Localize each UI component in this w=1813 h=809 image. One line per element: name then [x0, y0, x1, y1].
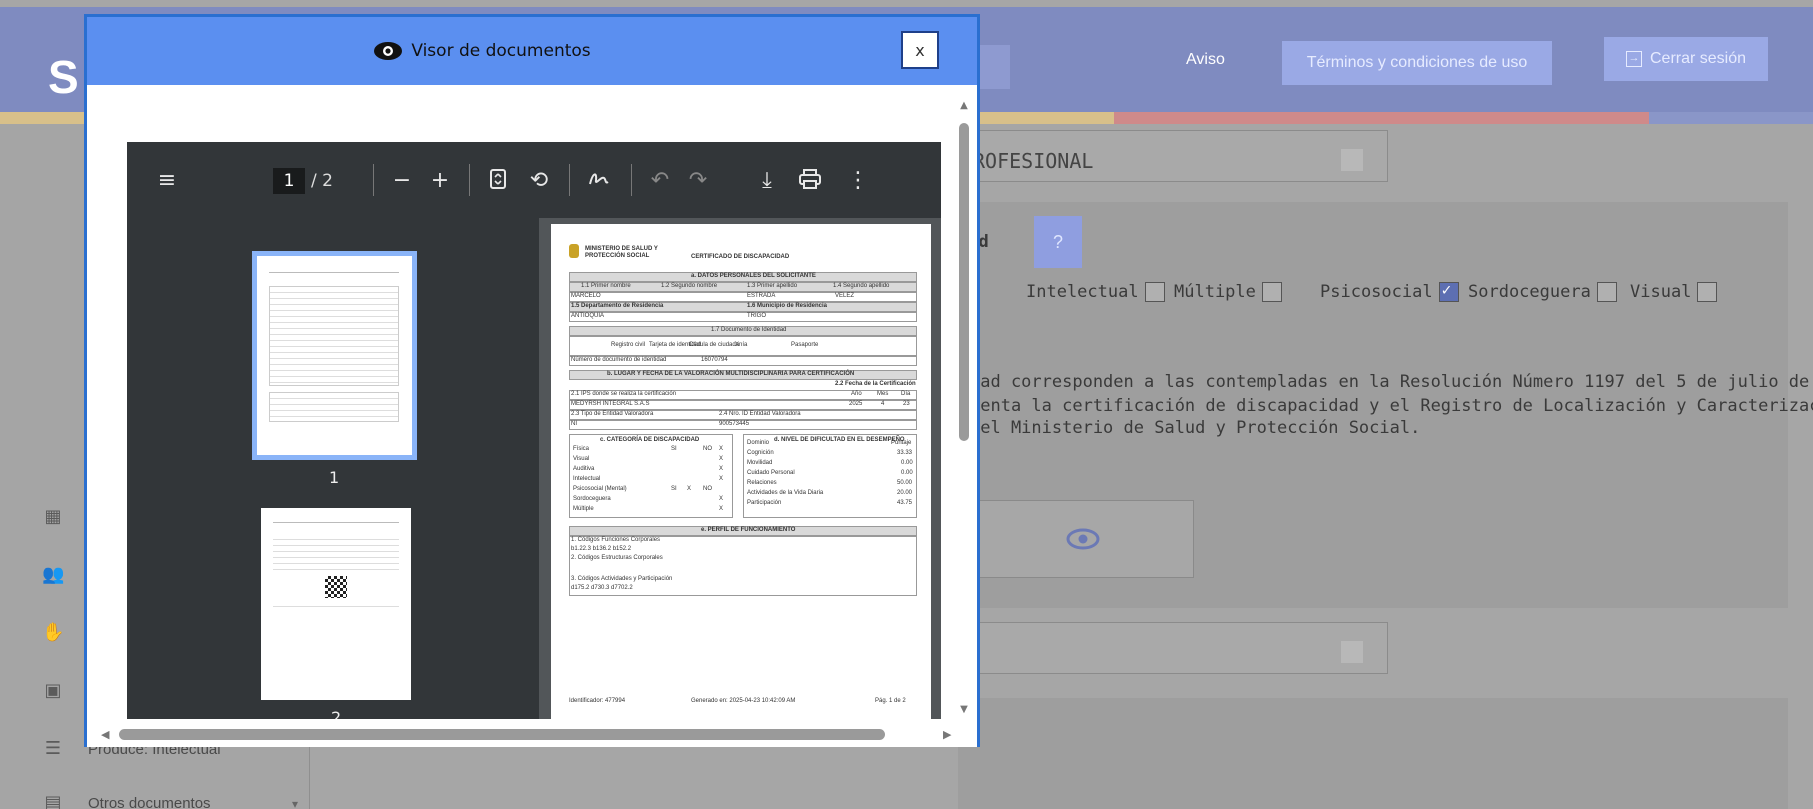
thumbnail-label-1: 1 — [329, 468, 340, 487]
hands-icon[interactable]: ✋ — [42, 622, 64, 644]
select-caret-icon — [1341, 149, 1363, 171]
annotate-pen-icon[interactable] — [585, 168, 613, 194]
scroll-right-icon[interactable]: ▶ — [943, 728, 951, 741]
document-list-icon[interactable]: ☰ — [42, 738, 64, 760]
file-icon[interactable]: ▤ — [42, 792, 64, 809]
toolbar-separator — [631, 164, 632, 196]
thumbnail-page-1-image — [257, 256, 412, 455]
redo-icon[interactable]: ↷ — [687, 168, 709, 194]
modal-title: Visor de documentos — [411, 41, 591, 61]
chevron-down-icon[interactable]: ▾ — [292, 797, 298, 809]
category-intelectual[interactable]: Intelectual — [1026, 282, 1165, 302]
header-search-stub — [978, 45, 1010, 89]
resolution-text-line-2: menta la certificación de discapacidad y… — [970, 396, 1813, 416]
document-page-1: MINISTERIO DE SALUD Y PROTECCIÓN SOCIAL … — [551, 224, 931, 719]
logout-button[interactable]: → Cerrar sesión — [1604, 37, 1768, 81]
modal-body: ≡ 1 / 2 − + ⟲ ↶ ↷ ⤓ ⋮ 1 2 MINISTERIO DE … — [87, 85, 977, 747]
sidebar-item-otros-documentos[interactable]: Otros documentos — [88, 795, 211, 809]
category-psicosocial[interactable]: Psicosocial — [1320, 280, 1459, 302]
fit-page-icon[interactable] — [487, 168, 509, 194]
thumbnail-page-2[interactable] — [261, 508, 411, 700]
resolution-text-line-3: del Ministerio de Salud y Protección Soc… — [970, 418, 1421, 438]
scroll-up-icon[interactable]: ▲ — [959, 101, 969, 111]
vertical-scrollbar[interactable]: ▲ ▼ — [956, 99, 972, 719]
thumbnail-label-2: 2 — [331, 708, 342, 719]
eye-icon — [1066, 528, 1100, 550]
ministry-line-2: PROTECCIÓN SOCIAL — [585, 253, 650, 259]
page-number-input[interactable]: 1 — [273, 168, 305, 194]
print-icon[interactable] — [797, 168, 823, 194]
ministry-line-1: MINISTERIO DE SALUD Y — [585, 246, 658, 252]
help-button[interactable]: ? — [1034, 216, 1082, 268]
category-sordoceguera[interactable]: Sordoceguera — [1468, 282, 1617, 302]
aviso-link[interactable]: Aviso — [1186, 51, 1225, 69]
undo-icon[interactable]: ↶ — [649, 168, 671, 194]
checkbox-intelectual[interactable] — [1144, 282, 1165, 302]
zoom-out-icon[interactable]: − — [391, 168, 413, 194]
second-select[interactable] — [958, 622, 1388, 674]
category-visual[interactable]: Visual — [1630, 282, 1718, 302]
checkbox-sordoceguera[interactable] — [1596, 282, 1617, 302]
rotate-icon[interactable]: ⟲ — [527, 168, 551, 194]
thumbnail-sidebar: 1 2 — [127, 218, 539, 719]
toolbar-separator — [373, 164, 374, 196]
people-icon[interactable]: 👥 — [42, 564, 64, 586]
modal-header: Visor de documentos — [87, 17, 977, 85]
dashboard-icon[interactable]: ▦ — [42, 506, 64, 528]
scroll-down-icon[interactable]: ▼ — [959, 705, 969, 715]
thumbnail-page-1[interactable] — [252, 251, 417, 460]
document-viewer-modal: Visor de documentos x ≡ 1 / 2 − + ⟲ ↶ ↷ … — [84, 14, 980, 747]
menu-icon[interactable]: ≡ — [155, 168, 179, 194]
select-caret-icon — [1341, 641, 1363, 663]
toolbar-separator — [469, 164, 470, 196]
checkbox-psicosocial[interactable] — [1438, 280, 1459, 302]
zoom-in-icon[interactable]: + — [429, 168, 451, 194]
horizontal-scrollbar[interactable]: ◀ ▶ — [95, 726, 951, 742]
more-options-icon[interactable]: ⋮ — [847, 168, 869, 194]
logout-icon: → — [1625, 51, 1642, 67]
site-logo: S — [48, 51, 79, 103]
download-icon[interactable]: ⤓ — [755, 168, 779, 194]
document-area: MINISTERIO DE SALUD Y PROTECCIÓN SOCIAL … — [539, 218, 941, 719]
logout-label: Cerrar sesión — [1649, 50, 1747, 67]
horizontal-scroll-thumb[interactable] — [119, 729, 885, 740]
checkbox-multiple[interactable] — [1261, 282, 1282, 302]
category-multiple[interactable]: Múltiple — [1174, 282, 1282, 302]
checkbox-visual[interactable] — [1697, 282, 1718, 302]
color-stripe-blue — [1649, 112, 1813, 124]
document-title: CERTIFICADO DE DISCAPACIDAD — [691, 254, 790, 260]
vertical-scroll-thumb[interactable] — [959, 123, 969, 441]
briefcase-icon[interactable]: ▣ — [42, 680, 64, 702]
close-button[interactable]: x — [901, 31, 939, 69]
profession-select[interactable]: ROFESIONAL — [958, 130, 1388, 182]
terms-button[interactable]: Términos y condiciones de uso — [1282, 41, 1552, 85]
eye-icon — [374, 42, 403, 60]
section-a: a. DATOS PERSONALES DEL SOLICITANTE — [691, 273, 816, 279]
pdf-toolbar: ≡ 1 / 2 − + ⟲ ↶ ↷ ⤓ ⋮ — [127, 142, 941, 218]
resolution-text-line-1: dad corresponden a las contempladas en l… — [970, 372, 1810, 392]
view-document-button[interactable] — [972, 500, 1194, 578]
coat-of-arms-icon — [569, 244, 579, 258]
color-stripe-red — [1114, 112, 1649, 124]
scroll-left-icon[interactable]: ◀ — [101, 728, 109, 741]
page-total: / 2 — [311, 171, 333, 191]
toolbar-separator — [569, 164, 570, 196]
lower-panel — [958, 698, 1788, 809]
pdf-viewer: ≡ 1 / 2 − + ⟲ ↶ ↷ ⤓ ⋮ 1 2 MINISTERIO DE … — [127, 142, 941, 719]
